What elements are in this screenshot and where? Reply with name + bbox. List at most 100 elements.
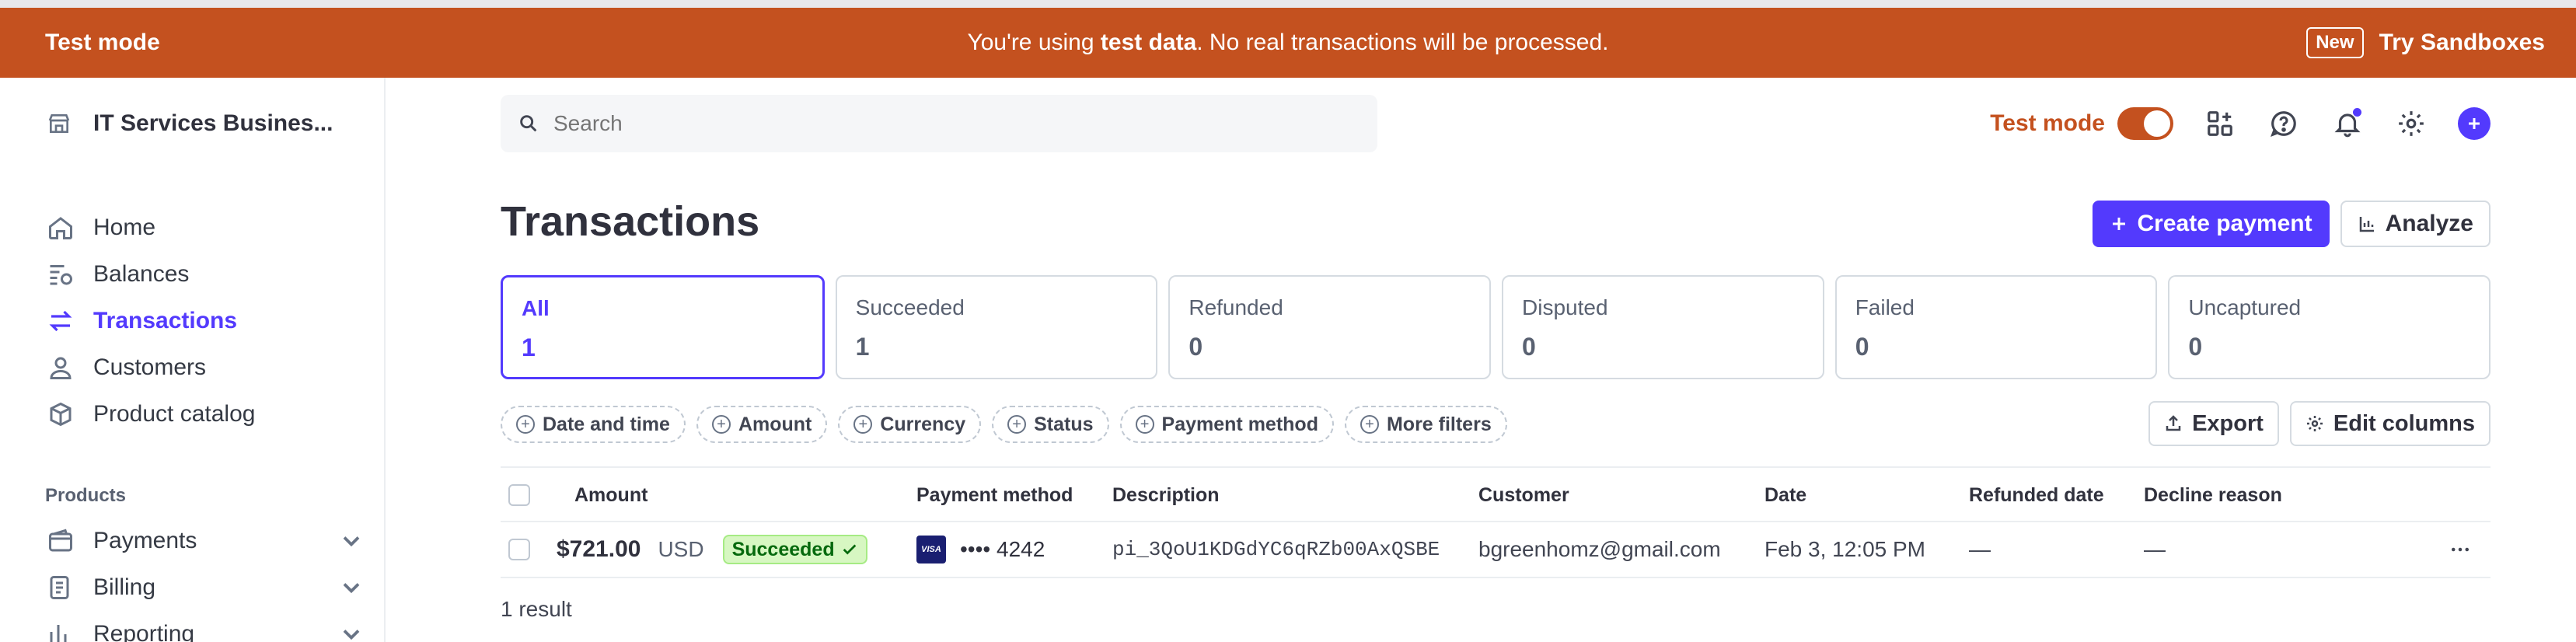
page-title: Transactions	[501, 198, 760, 245]
tab-succeeded[interactable]: Succeeded 1	[835, 275, 1158, 379]
status-tabs: All 1 Succeeded 1 Refunded 0 Disputed 0 …	[501, 275, 2491, 379]
chip-label: Payment method	[1161, 413, 1318, 435]
sidebar: IT Services Busines... Home Balances Tra…	[14, 78, 386, 642]
page-actions: Create payment Analyze	[2092, 201, 2490, 247]
row-checkbox[interactable]	[508, 539, 530, 560]
tab-refunded[interactable]: Refunded 0	[1168, 275, 1492, 379]
banner-message-post: . No real transactions will be processed…	[1196, 30, 1609, 55]
plus-circle-icon: +	[1135, 415, 1154, 434]
filter-amount[interactable]: + Amount	[696, 406, 828, 443]
row-select-cell	[508, 522, 530, 577]
sidebar-item-billing[interactable]: Billing	[47, 564, 365, 611]
plus-circle-icon: +	[1007, 415, 1027, 434]
help-icon	[2271, 111, 2296, 137]
plus-circle-icon: +	[516, 415, 535, 434]
wallet-icon	[49, 529, 72, 552]
row-more-button[interactable]	[2449, 522, 2472, 577]
sidebar-item-customers[interactable]: Customers	[47, 344, 255, 391]
store-icon	[48, 114, 70, 133]
col-customer[interactable]: Customer	[1478, 468, 1569, 522]
settings-button[interactable]	[2394, 106, 2428, 141]
tab-failed[interactable]: Failed 0	[1834, 275, 2158, 379]
search-bar[interactable]	[501, 95, 1377, 152]
sidebar-item-label: Reporting	[93, 621, 195, 642]
tab-count: 0	[2188, 333, 2203, 361]
status-badge: Succeeded	[722, 535, 867, 564]
chip-label: Status	[1034, 413, 1094, 435]
tab-disputed[interactable]: Disputed 0	[1502, 275, 1824, 379]
tab-label: Disputed	[1522, 295, 1608, 319]
tab-all[interactable]: All 1	[501, 275, 825, 379]
description-cell: pi_3QoU1KDGdYC6qRZb00AxQSBE	[1112, 538, 1440, 561]
banner-message-pre: You're using	[967, 30, 1101, 55]
sidebar-item-label: Transactions	[93, 308, 238, 333]
browser-top-strip	[0, 0, 2576, 8]
help-button[interactable]	[2267, 106, 2301, 141]
plus-circle-icon: +	[853, 415, 873, 434]
refunded-date-cell: —	[1969, 537, 1991, 561]
person-icon	[50, 357, 72, 379]
sidebar-item-payments[interactable]: Payments	[47, 518, 365, 564]
export-icon	[2166, 415, 2181, 431]
nav-left: Billing	[47, 574, 155, 602]
filter-payment-method[interactable]: + Payment method	[1119, 406, 1334, 443]
analyze-button[interactable]: Analyze	[2340, 201, 2490, 247]
sidebar-item-label: Payments	[93, 528, 197, 553]
col-amount[interactable]: Amount	[574, 468, 647, 522]
chip-label: Date and time	[543, 413, 670, 435]
chart-icon	[50, 625, 67, 642]
customer-cell[interactable]: bgreenhomz@gmail.com	[1478, 522, 1721, 577]
filter-status[interactable]: + Status	[992, 406, 1109, 443]
col-refunded-date[interactable]: Refunded date	[1969, 468, 2104, 522]
col-date[interactable]: Date	[1764, 468, 1806, 522]
table-row[interactable]: $721.00 USD Succeeded VISA •••• 4242 pi_…	[501, 522, 2490, 578]
account-switcher[interactable]: IT Services Busines...	[47, 110, 333, 137]
apps-icon	[2208, 111, 2232, 136]
notifications-button[interactable]	[2330, 106, 2365, 141]
more-horizontal-icon	[2452, 547, 2469, 552]
tab-label: All	[522, 296, 550, 320]
button-label: Edit columns	[2333, 410, 2475, 436]
col-description[interactable]: Description	[1112, 468, 1220, 522]
col-payment-method[interactable]: Payment method	[916, 468, 1073, 522]
filter-more[interactable]: + More filters	[1344, 406, 1507, 443]
chip-label: More filters	[1386, 413, 1492, 435]
filter-currency[interactable]: + Currency	[838, 406, 982, 443]
test-mode-label: Test mode	[1990, 110, 2105, 136]
plus-icon	[2469, 118, 2480, 129]
sidebar-item-home[interactable]: Home	[47, 204, 255, 251]
export-button[interactable]: Export	[2148, 401, 2279, 446]
filter-chips: + Date and time + Amount + Currency + Status…	[501, 406, 1507, 443]
create-payment-button[interactable]: Create payment	[2092, 201, 2330, 247]
test-mode-toggle-group[interactable]: Test mode	[1990, 107, 2173, 140]
sidebar-item-balances[interactable]: Balances	[47, 251, 255, 298]
banner-sandbox-cta[interactable]: New Try Sandboxes	[2306, 8, 2545, 78]
sidebar-item-transactions[interactable]: Transactions	[47, 298, 255, 344]
top-right-controls: Test mode	[1990, 99, 2490, 148]
tab-label: Refunded	[1189, 295, 1283, 319]
home-icon	[49, 217, 72, 239]
chip-label: Currency	[880, 413, 966, 435]
tab-uncaptured[interactable]: Uncaptured 0	[2168, 275, 2491, 379]
button-label: Create payment	[2137, 211, 2312, 236]
col-decline-reason[interactable]: Decline reason	[2144, 468, 2282, 522]
card-last4: •••• 4242	[960, 537, 1045, 561]
box-icon	[50, 402, 72, 427]
apps-button[interactable]	[2203, 106, 2237, 141]
gear-icon	[2399, 111, 2424, 136]
create-new-button[interactable]	[2458, 107, 2490, 140]
sidebar-item-reporting[interactable]: Reporting	[47, 611, 365, 642]
search-input[interactable]	[553, 111, 1253, 136]
sidebar-item-product-catalog[interactable]: Product catalog	[47, 391, 255, 438]
try-sandboxes-link[interactable]: Try Sandboxes	[2379, 30, 2545, 56]
currency-code: USD	[658, 537, 704, 561]
nav-left: Payments	[47, 527, 197, 555]
chip-label: Amount	[738, 413, 812, 435]
test-mode-toggle[interactable]	[2117, 107, 2173, 140]
transactions-table: Amount Payment method Description Custom…	[501, 466, 2490, 578]
sidebar-item-label: Balances	[93, 261, 190, 287]
search-icon	[520, 115, 537, 132]
filter-date-and-time[interactable]: + Date and time	[501, 406, 686, 443]
edit-columns-button[interactable]: Edit columns	[2289, 401, 2490, 446]
select-all-checkbox[interactable]	[508, 484, 530, 506]
